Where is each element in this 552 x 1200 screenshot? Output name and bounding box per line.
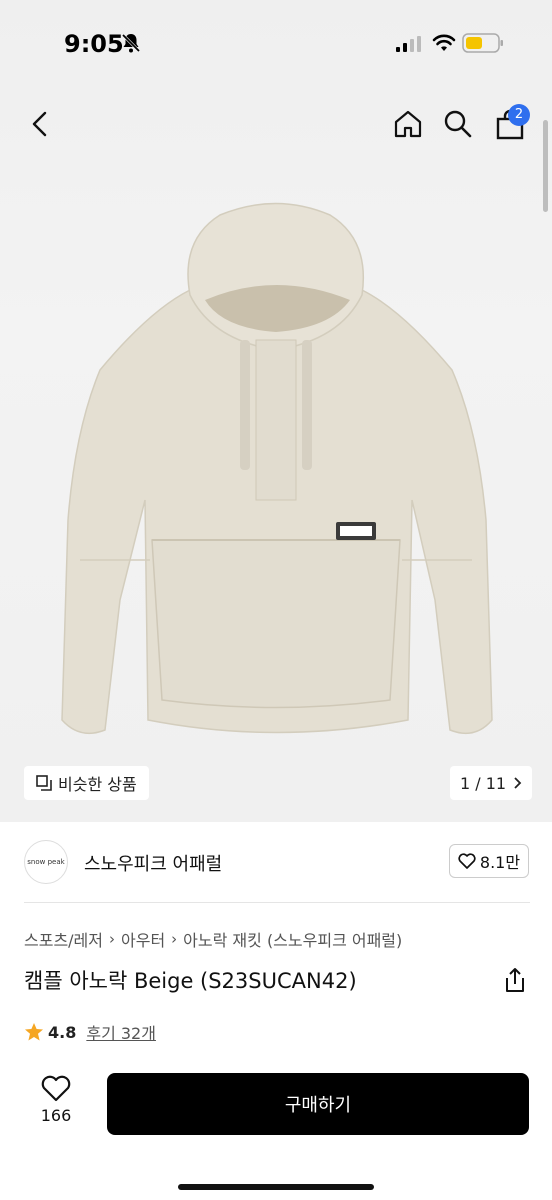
reviews-link[interactable]: 후기 32개 xyxy=(86,1020,156,1044)
star-icon xyxy=(25,1023,43,1041)
heart-icon xyxy=(458,853,476,869)
chevron-left-icon xyxy=(32,111,47,137)
brand-row[interactable]: snow peak 스노우피크 어패럴 8.1만 xyxy=(24,838,530,888)
share-icon xyxy=(506,968,524,992)
image-page-counter[interactable]: 1 / 11 xyxy=(450,766,533,800)
wishlist-count: 166 xyxy=(40,1106,72,1125)
buy-button[interactable]: 구매하기 xyxy=(107,1073,529,1135)
breadcrumb-item[interactable]: 아노락 재킷 (스노우피크 어패럴) xyxy=(183,927,402,951)
brand-logo[interactable]: snow peak xyxy=(24,840,68,884)
back-button[interactable] xyxy=(20,104,60,144)
scroll-indicator xyxy=(543,120,548,212)
battery-icon xyxy=(462,33,503,53)
wifi-icon xyxy=(432,34,456,51)
brand-name[interactable]: 스노우피크 어패럴 xyxy=(84,850,222,876)
rating-row: 4.8 후기 32개 xyxy=(24,1020,156,1044)
home-button[interactable] xyxy=(388,104,428,144)
signal-icon xyxy=(396,36,421,52)
bell-muted-icon xyxy=(121,33,141,53)
share-button[interactable] xyxy=(502,966,528,994)
cart-count-badge: 2 xyxy=(508,104,530,126)
rating-value: 4.8 xyxy=(48,1022,77,1042)
breadcrumb-item[interactable]: 스포츠/레저 xyxy=(24,927,103,951)
heart-icon xyxy=(41,1075,71,1102)
similar-products-label: 비슷한 상품 xyxy=(58,775,137,794)
similar-products-button[interactable]: 비슷한 상품 xyxy=(24,766,149,800)
search-button[interactable] xyxy=(438,104,478,144)
wishlist-button[interactable]: 166 xyxy=(24,1074,88,1134)
chevron-right-icon: › xyxy=(171,930,178,948)
breadcrumb: 스포츠/레저 › 아우터 › 아노락 재킷 (스노우피크 어패럴) xyxy=(24,927,402,951)
brand-logo-text: snow peak xyxy=(27,858,65,866)
search-icon xyxy=(444,110,472,138)
home-indicator xyxy=(178,1184,374,1190)
product-image[interactable] xyxy=(40,200,512,760)
page-counter-label: 1 / 11 xyxy=(460,773,507,793)
divider xyxy=(24,902,530,903)
home-icon xyxy=(394,110,422,138)
chevron-right-icon: › xyxy=(109,930,115,948)
status-time: 9:05 xyxy=(64,30,124,58)
chevron-right-icon xyxy=(514,777,522,789)
copy-icon xyxy=(36,775,52,791)
product-title: 캠플 아노락 Beige (S23SUCAN42) xyxy=(24,969,357,993)
breadcrumb-item[interactable]: 아우터 xyxy=(121,927,165,951)
brand-like-button[interactable]: 8.1만 xyxy=(449,844,529,878)
brand-like-count: 8.1만 xyxy=(479,853,521,872)
